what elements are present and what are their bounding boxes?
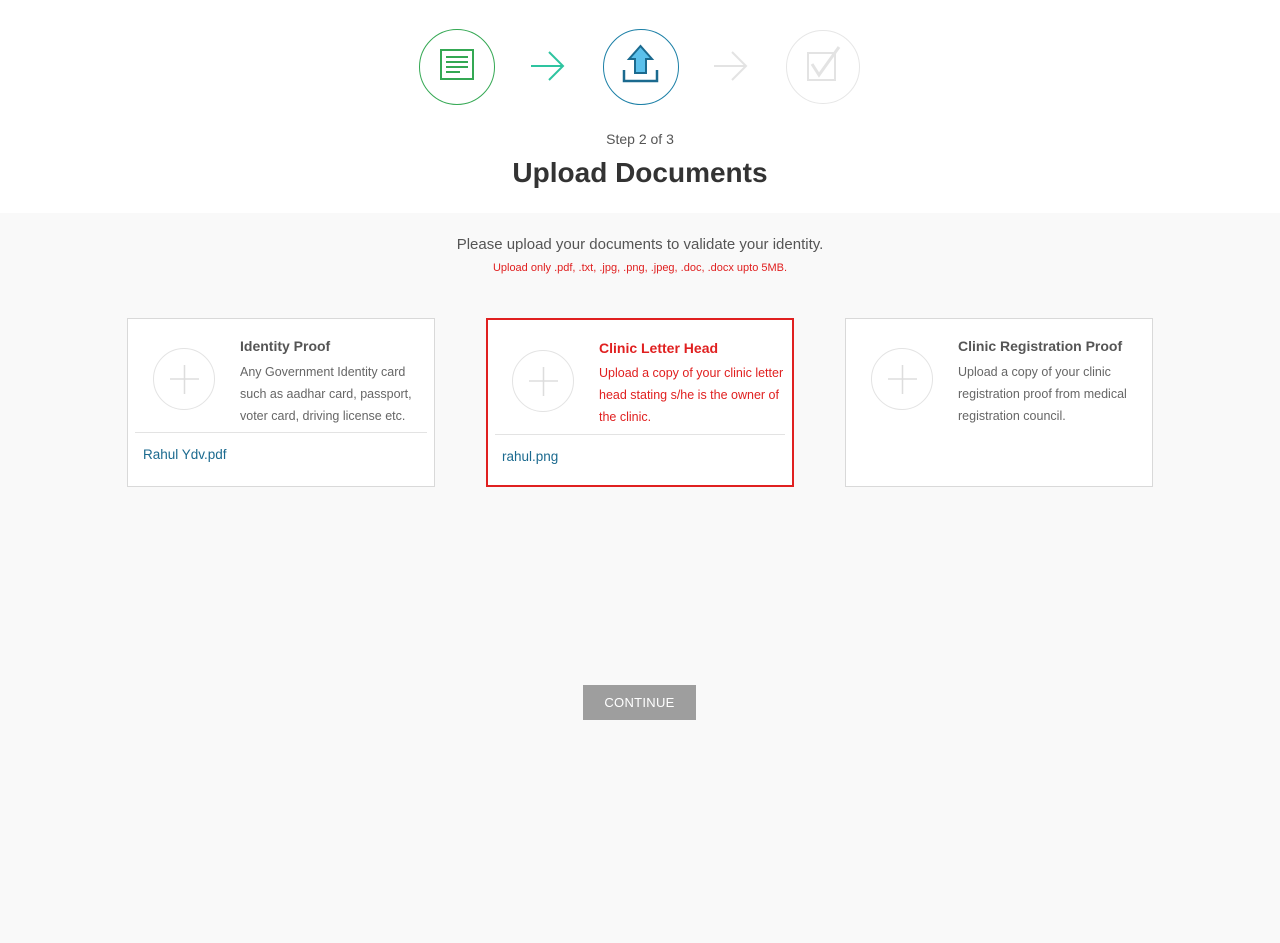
document-icon: [440, 49, 474, 80]
step-3-circle: [786, 30, 860, 104]
intro-text: Please upload your documents to validate…: [456, 236, 824, 253]
card-divider: [135, 432, 427, 433]
add-clinic-letter-head-button[interactable]: [512, 350, 574, 412]
plus-icon: [529, 367, 558, 396]
identity-proof-card[interactable]: Identity Proof Any Government Identity c…: [127, 318, 435, 487]
card-description: Upload a copy of your clinic registratio…: [958, 365, 1127, 423]
card-description: Upload a copy of your clinic letter head…: [599, 366, 784, 424]
card-title: Clinic Registration Proof: [958, 338, 1123, 354]
header: Step 2 of 3 Upload Documents: [0, 0, 1280, 213]
clinic-letter-head-card[interactable]: Clinic Letter Head Upload a copy of your…: [486, 318, 794, 487]
arrow-right-icon: [714, 51, 748, 81]
plus-icon: [888, 365, 917, 394]
card-title: Clinic Letter Head: [599, 340, 719, 356]
card-title: Identity Proof: [240, 338, 331, 354]
checkmark-icon: [807, 46, 841, 81]
add-identity-proof-button[interactable]: [153, 348, 215, 410]
step-indicator: Step 2 of 3: [606, 131, 674, 147]
uploaded-file-link[interactable]: rahul.png: [502, 449, 558, 464]
plus-icon: [170, 365, 199, 394]
page-title: Upload Documents: [512, 157, 768, 188]
arrow-right-icon: [531, 51, 565, 81]
upload-icon: [622, 44, 659, 83]
step-2-circle: [603, 29, 679, 105]
file-type-note: Upload only .pdf, .txt, .jpg, .png, .jpe…: [492, 262, 788, 274]
uploaded-file-link[interactable]: Rahul Ydv.pdf: [143, 447, 227, 462]
card-divider: [495, 434, 785, 435]
step-1-circle: [419, 29, 495, 105]
card-description: Any Government Identity card such as aad…: [240, 365, 412, 423]
add-clinic-registration-proof-button[interactable]: [871, 348, 933, 410]
clinic-registration-proof-card[interactable]: Clinic Registration Proof Upload a copy …: [845, 318, 1153, 487]
continue-button[interactable]: CONTINUE: [583, 685, 696, 720]
